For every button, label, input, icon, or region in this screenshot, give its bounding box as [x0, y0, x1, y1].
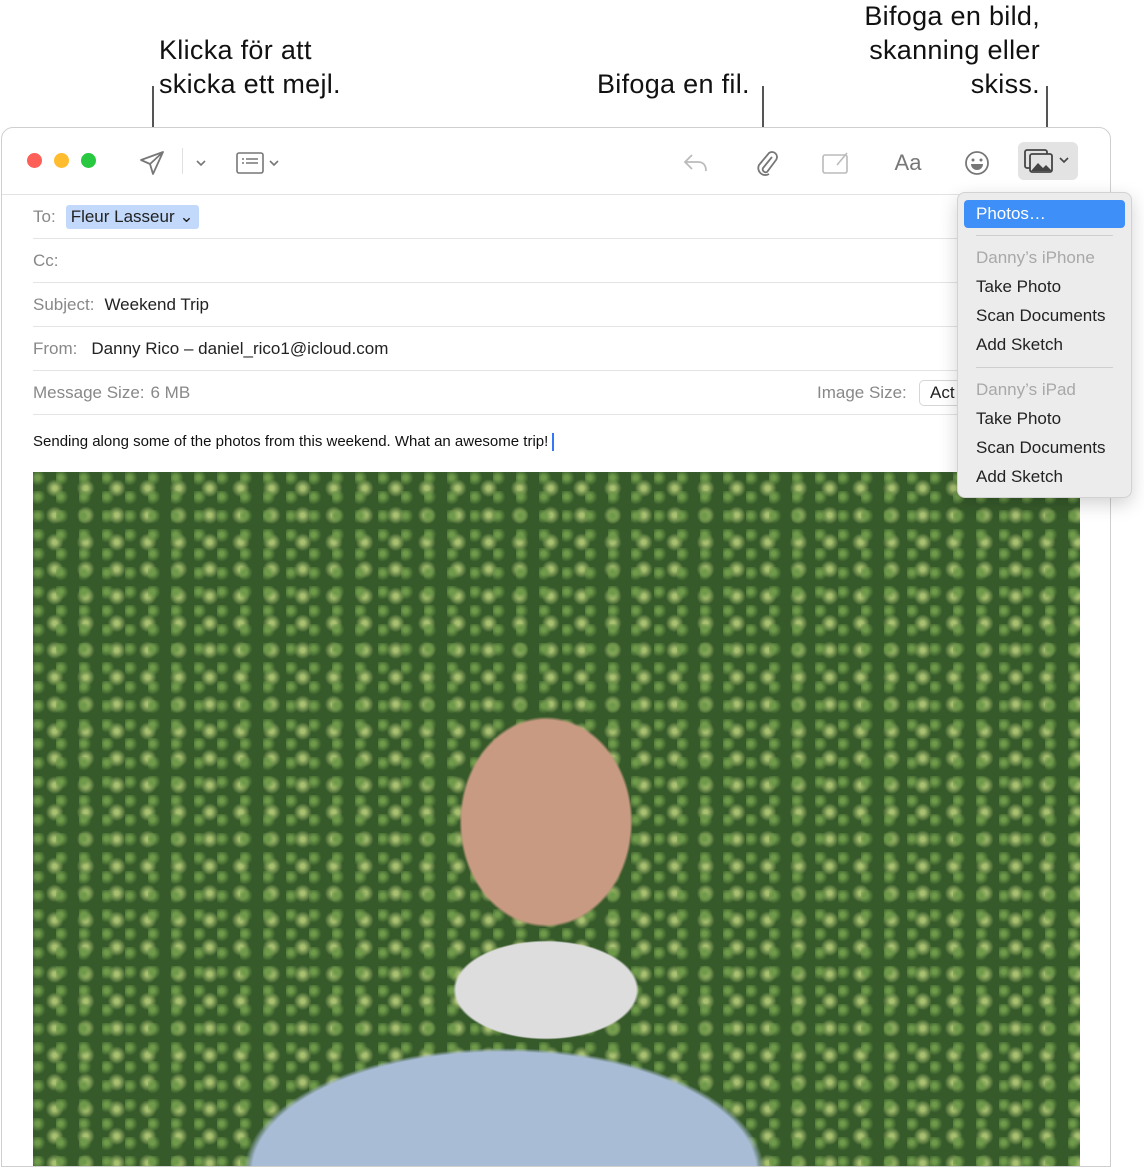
- send-options-button[interactable]: [192, 146, 210, 180]
- paperclip-icon: [757, 151, 778, 176]
- menu-item-ipad-scan-documents[interactable]: Scan Documents: [976, 435, 1105, 461]
- photo-menu: Photos… Danny’s iPhone Take Photo Scan D…: [957, 192, 1132, 498]
- callout-send: Klicka för att skicka ett mejl.: [159, 33, 341, 101]
- callout-line: skanning eller: [869, 35, 1040, 65]
- callout-line: Bifoga en bild,: [864, 1, 1040, 31]
- menu-item-iphone-take-photo[interactable]: Take Photo: [976, 274, 1061, 300]
- callout-line: skiss.: [970, 69, 1040, 99]
- from-value: Danny Rico – daniel_rico1@icloud.com: [91, 338, 389, 358]
- close-button[interactable]: [27, 153, 42, 168]
- cc-label: Cc:: [33, 250, 59, 270]
- callout-attach: Bifoga en fil.: [597, 69, 750, 99]
- toolbar: Aa: [2, 128, 1110, 195]
- message-size-label: Message Size:: [33, 382, 145, 402]
- menu-header-iphone: Danny’s iPhone: [976, 248, 1095, 267]
- reply-icon: [683, 154, 707, 172]
- callout-line: skicka ett mejl.: [159, 69, 341, 99]
- attached-photo[interactable]: [33, 472, 1080, 1166]
- menu-item-ipad-add-sketch[interactable]: Add Sketch: [976, 464, 1063, 490]
- minimize-button[interactable]: [54, 153, 69, 168]
- emoji-button[interactable]: [962, 146, 992, 180]
- from-label: From:: [33, 338, 78, 358]
- recipient-token[interactable]: Fleur Lasseur ⌄: [65, 204, 199, 229]
- text-cursor: [552, 433, 555, 452]
- zoom-button[interactable]: [81, 153, 96, 168]
- menu-separator: [976, 235, 1113, 236]
- markup-button[interactable]: [820, 146, 852, 180]
- menu-item-ipad-take-photo[interactable]: Take Photo: [976, 406, 1061, 432]
- image-size-label: Image Size:: [817, 382, 907, 402]
- compose-window: Aa To: Fleur Lasseur ⌄ Cc: Subject: Weeken…: [1, 127, 1111, 1167]
- chevron-down-icon: [196, 160, 206, 167]
- attach-button[interactable]: [751, 146, 781, 180]
- to-field[interactable]: To: Fleur Lasseur ⌄: [33, 195, 1110, 239]
- message-size-value: 6 MB: [150, 382, 191, 402]
- menu-item-iphone-add-sketch[interactable]: Add Sketch: [976, 332, 1063, 358]
- message-body[interactable]: Sending along some of the photos from th…: [33, 433, 555, 452]
- photo-browser-button[interactable]: [1018, 142, 1078, 180]
- format-button[interactable]: Aa: [890, 146, 926, 180]
- send-button[interactable]: [136, 146, 168, 180]
- format-icon: Aa: [894, 150, 922, 175]
- menu-item-photos[interactable]: Photos…: [964, 200, 1125, 228]
- to-label: To:: [33, 206, 56, 226]
- subject-field[interactable]: Subject: Weekend Trip: [33, 283, 1110, 327]
- body-text: Sending along some of the photos from th…: [33, 433, 549, 450]
- message-size-row: Message Size: 6 MB Image Size: Act: [33, 371, 1110, 415]
- reply-button[interactable]: [680, 146, 712, 180]
- menu-separator: [976, 367, 1113, 368]
- menu-header-ipad: Danny’s iPad: [976, 380, 1076, 399]
- markup-icon: [822, 152, 848, 174]
- menu-item-iphone-scan-documents[interactable]: Scan Documents: [976, 303, 1105, 329]
- cc-field[interactable]: Cc:: [33, 239, 1110, 283]
- header-fields-button[interactable]: [235, 146, 285, 180]
- emoji-icon: [965, 151, 989, 175]
- from-field[interactable]: From: Danny Rico – daniel_rico1@icloud.co…: [33, 327, 1110, 371]
- callout-photo: Bifoga en bild, skanning eller skiss.: [864, 0, 1040, 101]
- header-fields-icon: [236, 152, 279, 174]
- send-icon: [140, 151, 164, 175]
- subject-label: Subject:: [33, 294, 95, 314]
- recipient-name: Fleur Lasseur: [70, 206, 175, 226]
- subject-value: Weekend Trip: [104, 294, 210, 314]
- photo-browser-icon: [1024, 149, 1069, 173]
- callout-line: Klicka för att: [159, 35, 312, 65]
